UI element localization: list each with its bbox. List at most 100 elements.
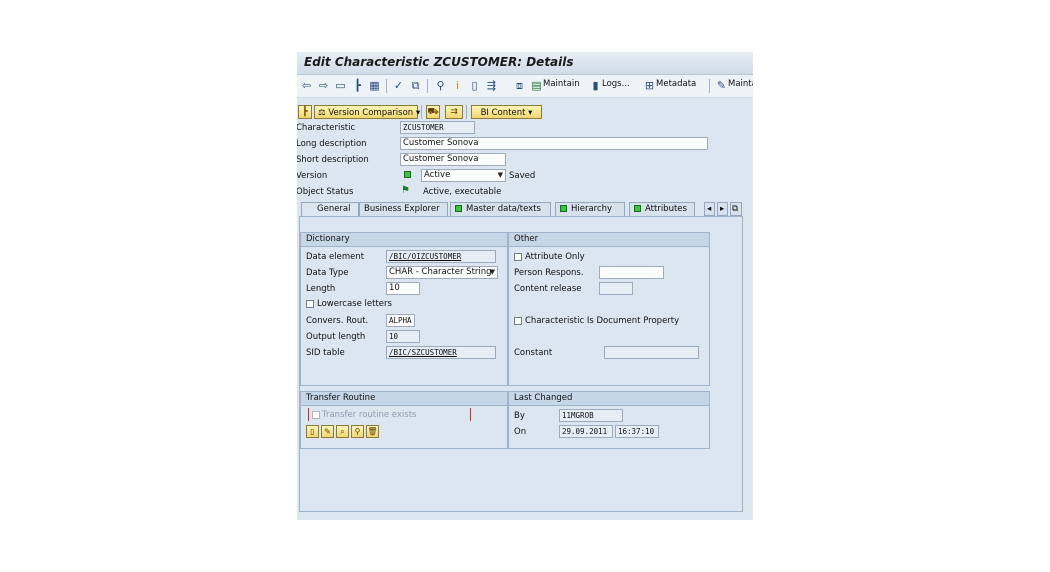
document-property-label: Characteristic Is Document Property — [525, 316, 680, 326]
maintain-truncated-button[interactable]: Mainta — [728, 79, 753, 89]
display-change-icon[interactable]: ▭ — [334, 79, 347, 92]
where-used-icon[interactable]: ⚲ — [434, 79, 447, 92]
constant-field — [604, 346, 699, 359]
logs-button[interactable]: Logs... — [602, 79, 630, 89]
last-changed-title: Last Changed — [509, 392, 709, 406]
back-arrow-icon[interactable]: ⇦ — [300, 79, 313, 92]
lowercase-checkbox[interactable] — [306, 300, 314, 308]
characteristic-label: Characteristic — [297, 123, 356, 133]
application-toolbar: ⇦ ⇨ ▭ ┣ ▦ ✓ ⧉ ⚲ i ▯ ⇶ ⧈ ▤ Maintain ▮ Log… — [297, 75, 753, 98]
short-description-input[interactable]: Customer Sonova — [400, 153, 506, 166]
dictionary-title: Dictionary — [301, 233, 507, 247]
button-bar: ┣ ⚖ Version Comparison ▾ ⛟ ⇉ BI Content … — [297, 103, 753, 121]
toolbar-separator — [386, 79, 387, 93]
output-length-field: 10 — [386, 330, 420, 343]
tab-general-label: General — [317, 204, 351, 214]
metadata-button[interactable]: Metadata — [656, 79, 696, 89]
changed-on-label: On — [514, 427, 527, 437]
transfer-routine-label: Transfer routine exists — [322, 410, 417, 420]
length-input[interactable]: 10 — [386, 282, 420, 295]
version-comparison-button[interactable]: ⚖ Version Comparison ▾ — [314, 105, 420, 119]
maintain-pencil-icon[interactable]: ✎ — [715, 79, 728, 92]
hierarchy-icon[interactable]: ┣ — [351, 79, 364, 92]
transport-icon[interactable]: ⇶ — [485, 79, 498, 92]
logs-icon[interactable]: ▮ — [589, 79, 602, 92]
tab-attributes[interactable]: Attributes — [629, 202, 695, 216]
forward-arrow-icon[interactable]: ⇨ — [317, 79, 330, 92]
content-release-field — [599, 282, 633, 295]
person-responsible-label: Person Respons. — [514, 268, 584, 278]
attribute-only-checkbox[interactable] — [514, 253, 522, 261]
toolbar-separator — [709, 79, 710, 93]
person-responsible-input[interactable] — [599, 266, 664, 279]
changed-date-field: 29.09.2011 — [559, 425, 613, 438]
compare-icon: ⚖ — [318, 108, 329, 118]
other-title: Other — [509, 233, 709, 247]
document-property-checkbox[interactable] — [514, 317, 522, 325]
window-title: Edit Characteristic ZCUSTOMER: Details — [304, 55, 574, 69]
characteristic-field: ZCUSTOMER — [400, 121, 475, 134]
toolbar-separator — [466, 105, 467, 119]
data-element-label: Data element — [306, 252, 365, 262]
transport-truck-icon[interactable]: ⛟ — [426, 105, 440, 119]
delete-routine-icon[interactable]: 🗑 — [366, 425, 379, 438]
sap-window: Edit Characteristic ZCUSTOMER: Details ⇦… — [297, 52, 753, 520]
data-element-field[interactable]: /BIC/OIZCUSTOMER — [386, 250, 496, 263]
content-release-label: Content release — [514, 284, 582, 294]
new-document-icon[interactable]: ▯ — [468, 79, 481, 92]
tab-list-icon[interactable]: ⧉ — [730, 202, 742, 216]
version-saved-text: Saved — [509, 171, 536, 181]
tab-hierarchy[interactable]: Hierarchy — [555, 202, 625, 216]
dictionary-group: Dictionary Data element /BIC/OIZCUSTOMER… — [300, 232, 508, 386]
title-bar: Edit Characteristic ZCUSTOMER: Details — [297, 52, 753, 75]
maintain-icon[interactable]: ▤ — [530, 79, 543, 92]
last-changed-group: Last Changed By 11MGROB On 29.09.2011 16… — [508, 391, 710, 449]
tab-business-explorer[interactable]: Business Explorer — [359, 202, 448, 216]
changed-time-field: 16:37:10 — [615, 425, 659, 438]
change-routine-icon[interactable]: ✎ — [321, 425, 334, 438]
glasses-routine-icon[interactable]: ⚲ — [351, 425, 364, 438]
data-type-label: Data Type — [306, 268, 349, 278]
tab-master-data-label: Master data/texts — [466, 204, 541, 214]
constant-label: Constant — [514, 348, 553, 358]
bi-content-label: BI Content — [480, 108, 526, 118]
conversion-routine-input[interactable]: ALPHA — [386, 314, 415, 327]
output-length-label: Output length — [306, 332, 366, 342]
check-icon[interactable]: ✓ — [392, 79, 405, 92]
tab-general[interactable]: General — [301, 202, 359, 216]
led-green-icon — [634, 205, 641, 212]
led-green-icon — [560, 205, 567, 212]
create-routine-icon[interactable]: ▯ — [306, 425, 319, 438]
activate-icon[interactable]: ⧉ — [409, 79, 422, 92]
tab-scroll-left-icon[interactable]: ◂ — [704, 202, 715, 216]
data-type-value: CHAR - Character String — [389, 267, 492, 277]
status-executable-icon: ⚑ — [401, 185, 410, 196]
copy-icon[interactable]: ⧈ — [513, 79, 526, 92]
bi-content-button[interactable]: BI Content ▾ — [471, 105, 542, 119]
transfer-routine-checkbox — [312, 411, 320, 419]
changed-by-label: By — [514, 411, 525, 421]
attribute-only-label: Attribute Only — [525, 252, 585, 262]
version-status-led-icon — [404, 171, 411, 178]
long-description-label: Long description — [297, 139, 367, 149]
version-select[interactable]: Active ▼ — [421, 169, 506, 182]
sid-table-field[interactable]: /BIC/SZCUSTOMER — [386, 346, 496, 359]
display-routine-icon[interactable]: ⌕ — [336, 425, 349, 438]
table-icon[interactable]: ▦ — [368, 79, 381, 92]
general-tab-panel: Dictionary Data element /BIC/OIZCUSTOMER… — [299, 216, 743, 512]
long-description-input[interactable]: Customer Sonova — [400, 137, 708, 150]
maintain-button[interactable]: Maintain — [543, 79, 580, 89]
tab-master-data-texts[interactable]: Master data/texts — [450, 202, 551, 216]
length-label: Length — [306, 284, 336, 294]
tab-business-explorer-label: Business Explorer — [364, 204, 440, 214]
transport-menu-icon[interactable]: ⇉ — [445, 105, 463, 119]
tab-strip: General Business Explorer Master data/te… — [297, 202, 753, 216]
metadata-icon[interactable]: ⊞ — [643, 79, 656, 92]
hierarchy-toggle-icon[interactable]: ┣ — [298, 105, 312, 119]
sid-table-label: SID table — [306, 348, 345, 358]
info-icon[interactable]: i — [451, 79, 464, 92]
object-status-value: Active, executable — [423, 187, 502, 197]
version-label: Version — [297, 171, 328, 181]
tab-scroll-right-icon[interactable]: ▸ — [717, 202, 728, 216]
data-type-select[interactable]: CHAR - Character String ▼ — [386, 266, 498, 279]
